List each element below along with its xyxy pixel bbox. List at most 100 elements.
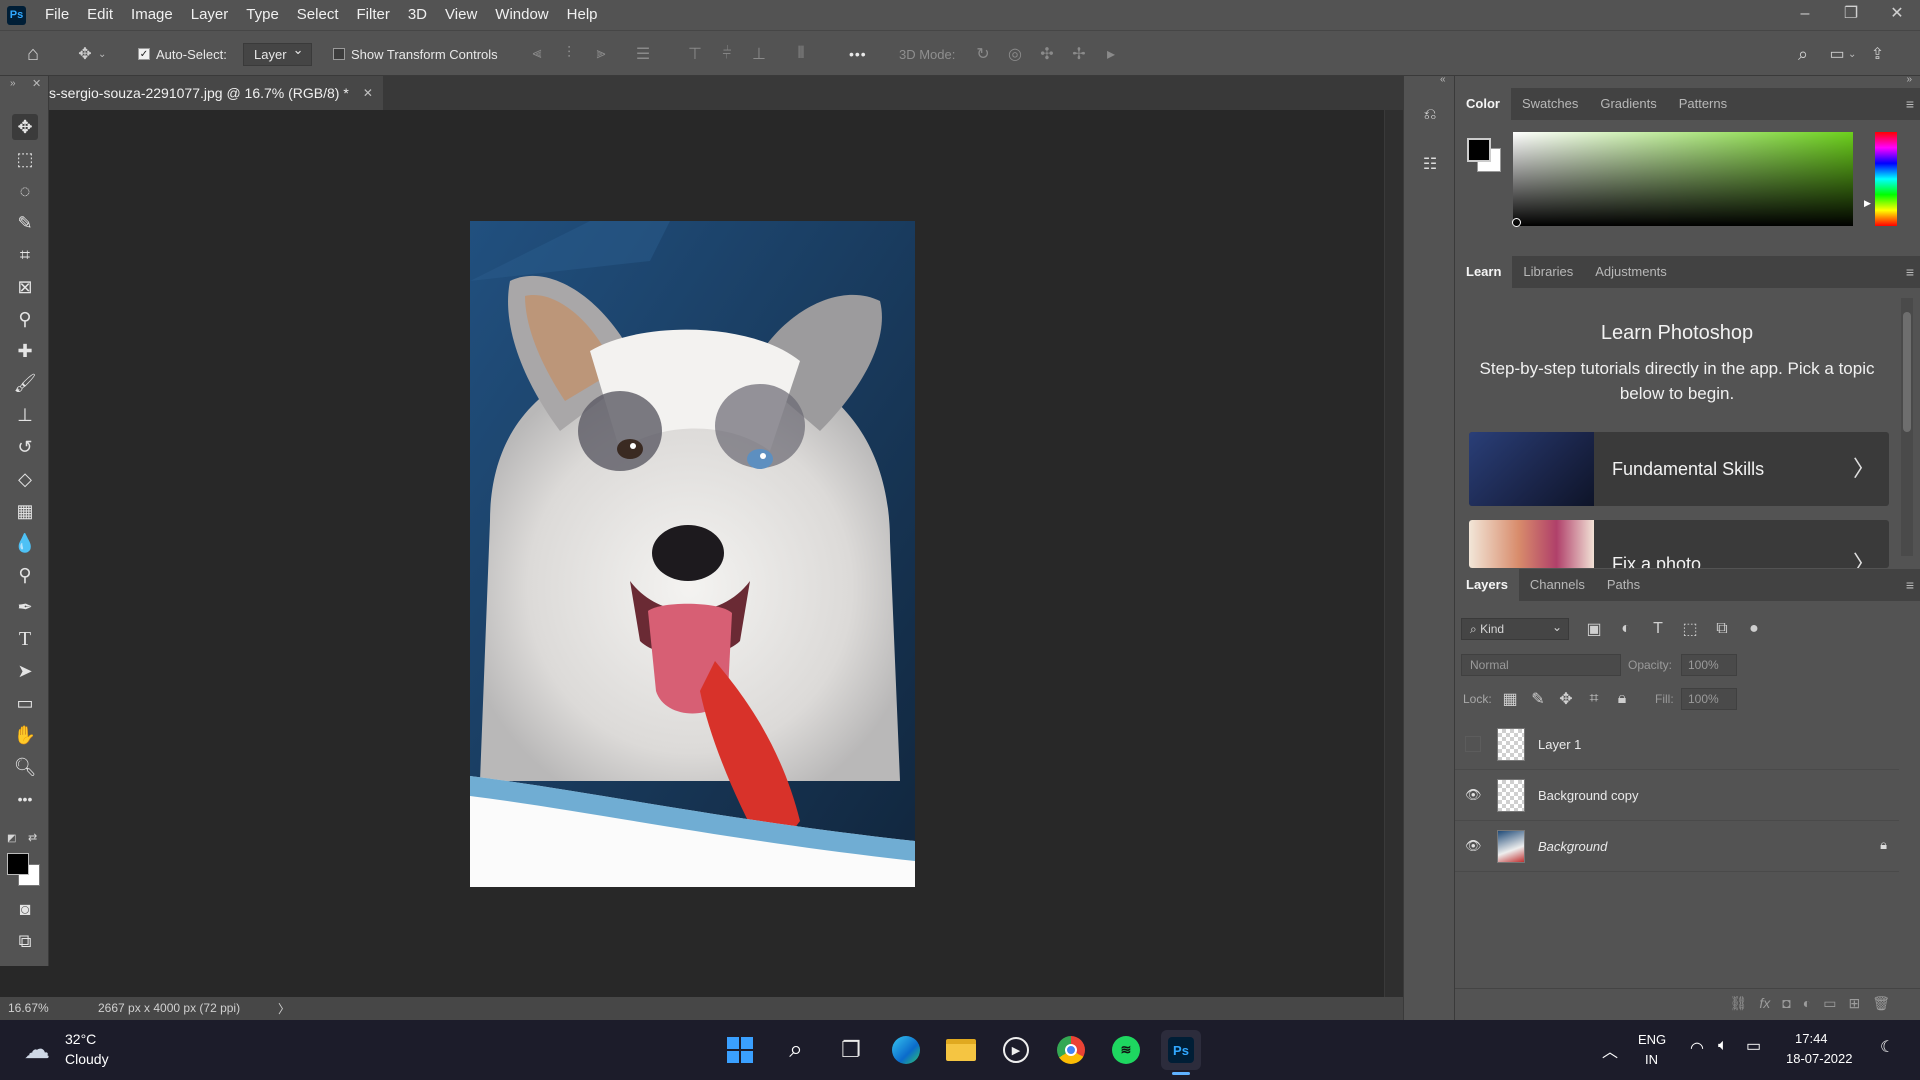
close-toolbar-icon[interactable]: ✕ xyxy=(32,77,41,90)
status-arrow-icon[interactable]: 〉 xyxy=(278,1000,290,1017)
learn-card-fundamental-skills[interactable]: Fundamental Skills 〉 xyxy=(1469,432,1889,506)
weather-temp[interactable]: 32°C xyxy=(65,1031,96,1047)
visibility-toggle-off-icon[interactable] xyxy=(1465,736,1481,752)
foreground-color-swatch[interactable] xyxy=(7,853,29,875)
filter-shape-icon[interactable]: ⬚ xyxy=(1679,618,1701,640)
edge-icon[interactable] xyxy=(886,1030,926,1070)
filter-toggle-icon[interactable]: ● xyxy=(1743,618,1765,640)
media-player-icon[interactable]: ▶ xyxy=(996,1030,1036,1070)
language-bottom[interactable]: IN xyxy=(1645,1052,1658,1067)
3d-scale-icon[interactable]: ▸ xyxy=(1100,43,1122,65)
new-group-icon[interactable]: ▭ xyxy=(1823,995,1836,1012)
quick-selection-tool-icon[interactable]: ✎ xyxy=(12,210,38,236)
align-left-icon[interactable]: ⫷ xyxy=(526,43,548,65)
close-button[interactable]: ✕ xyxy=(1874,0,1920,30)
eyedropper-tool-icon[interactable]: ⚲ xyxy=(12,306,38,332)
move-tool-preset-icon[interactable]: ✥ xyxy=(74,43,96,65)
notifications-icon[interactable]: ☾ xyxy=(1880,1037,1894,1057)
rectangle-tool-icon[interactable]: ▭ xyxy=(12,690,38,716)
battery-icon[interactable]: ▭ xyxy=(1746,1036,1761,1056)
home-icon[interactable]: ⌂ xyxy=(22,43,44,65)
blend-mode-dropdown[interactable]: Normal xyxy=(1461,654,1621,676)
menu-window[interactable]: Window xyxy=(486,0,557,30)
properties-panel-icon[interactable]: ☷ xyxy=(1418,154,1442,178)
layer-name[interactable]: Layer 1 xyxy=(1538,719,1581,770)
tab-patterns[interactable]: Patterns xyxy=(1668,88,1738,120)
lasso-tool-icon[interactable]: ◌ xyxy=(12,178,38,204)
hue-slider[interactable] xyxy=(1875,132,1897,226)
restore-button[interactable]: ❐ xyxy=(1828,0,1874,30)
auto-select-checkbox[interactable]: ✓ Auto-Select: xyxy=(138,31,227,77)
swap-colors-icon[interactable]: ⇄ xyxy=(28,831,37,844)
layer-row-background[interactable]: 👁︎ Background 🔒︎ xyxy=(1455,821,1899,872)
language-top[interactable]: ENG xyxy=(1638,1032,1666,1047)
collapse-dock-icon[interactable]: « xyxy=(1440,74,1446,85)
layer-name[interactable]: Background xyxy=(1538,821,1607,872)
lock-all-icon[interactable]: 🔒︎ xyxy=(1611,688,1633,710)
eye-icon[interactable]: 👁︎ xyxy=(1465,787,1482,803)
new-layer-icon[interactable]: ⊞ xyxy=(1848,995,1860,1012)
distribute-horizontal-icon[interactable]: ⦀ xyxy=(790,43,812,65)
photoshop-taskbar-icon[interactable]: Ps xyxy=(1161,1030,1201,1070)
tab-learn[interactable]: Learn xyxy=(1455,256,1513,288)
fill-field[interactable]: 100% xyxy=(1681,688,1737,710)
history-brush-tool-icon[interactable]: ↺ xyxy=(12,434,38,460)
layer-row-background-copy[interactable]: 👁︎ Background copy xyxy=(1455,770,1899,821)
history-panel-icon[interactable]: ⎌ xyxy=(1418,106,1442,130)
delete-layer-icon[interactable]: 🗑︎ xyxy=(1872,995,1890,1012)
task-view-icon[interactable]: ❐ xyxy=(831,1030,871,1070)
layer-name[interactable]: Background copy xyxy=(1538,770,1638,821)
3d-orbit-icon[interactable]: ↻ xyxy=(972,43,994,65)
search-icon[interactable]: ⌕ xyxy=(1792,43,1814,65)
align-bottom-icon[interactable]: ⊥ xyxy=(748,43,770,65)
default-colors-icon[interactable]: ◩ xyxy=(7,833,16,844)
opacity-field[interactable]: 100% xyxy=(1681,654,1737,676)
color-field-picker-icon[interactable] xyxy=(1512,218,1521,227)
marquee-tool-icon[interactable]: ⬚ xyxy=(12,146,38,172)
lock-image-icon[interactable]: ✎ xyxy=(1527,688,1549,710)
crop-tool-icon[interactable]: ⌗ xyxy=(12,242,38,268)
zoom-level[interactable]: 16.67% xyxy=(8,1001,49,1015)
screen-mode-icon[interactable]: ⧉ xyxy=(12,928,38,954)
blur-tool-icon[interactable]: 💧 xyxy=(12,530,38,556)
align-top-icon[interactable]: ⊤ xyxy=(684,43,706,65)
hand-tool-icon[interactable]: ✋ xyxy=(12,722,38,748)
menu-select[interactable]: Select xyxy=(288,0,348,30)
layers-panel-menu-icon[interactable]: ≡ xyxy=(1906,577,1914,593)
learn-scrollbar[interactable] xyxy=(1901,298,1913,556)
menu-filter[interactable]: Filter xyxy=(348,0,399,30)
brush-tool-icon[interactable]: 🖌 xyxy=(12,370,38,396)
distribute-vertical-icon[interactable]: ☰ xyxy=(632,43,654,65)
show-hidden-icons-icon[interactable]: ︿ xyxy=(1602,1038,1618,1062)
hue-slider-arrow-icon[interactable]: ▶ xyxy=(1864,198,1871,209)
share-icon[interactable]: ⇪ xyxy=(1866,43,1888,65)
align-right-icon[interactable]: ⫸ xyxy=(590,43,612,65)
layer-filter-kind-dropdown[interactable]: ⌕ Kind ⌄ xyxy=(1461,618,1569,640)
pen-tool-icon[interactable]: ✒ xyxy=(12,594,38,620)
wifi-icon[interactable]: ◠ xyxy=(1690,1038,1704,1058)
close-document-icon[interactable]: ✕ xyxy=(363,86,373,100)
align-hcenter-icon[interactable]: ⫶ xyxy=(558,43,580,65)
document-canvas-image[interactable] xyxy=(470,221,915,887)
eraser-tool-icon[interactable]: ◇ xyxy=(12,466,38,492)
taskbar-search-icon[interactable]: ⌕ xyxy=(776,1030,816,1070)
tab-channels[interactable]: Channels xyxy=(1519,569,1596,601)
show-transform-controls-checkbox[interactable]: Show Transform Controls xyxy=(333,31,498,77)
clone-stamp-tool-icon[interactable]: ⊥ xyxy=(12,402,38,428)
lock-position-icon[interactable]: ✥ xyxy=(1555,688,1577,710)
clock-time[interactable]: 17:44 xyxy=(1795,1031,1828,1046)
tab-libraries[interactable]: Libraries xyxy=(1512,256,1584,288)
weather-desc[interactable]: Cloudy xyxy=(65,1051,109,1067)
start-button[interactable] xyxy=(720,1030,760,1070)
learn-card-fix-a-photo[interactable]: Fix a photo 〉 xyxy=(1469,520,1889,568)
minimize-button[interactable]: – xyxy=(1782,0,1828,30)
layer-style-icon[interactable]: fx xyxy=(1759,995,1770,1012)
tab-adjustments[interactable]: Adjustments xyxy=(1584,256,1678,288)
volume-icon[interactable]: 🔈︎ xyxy=(1718,1037,1728,1055)
filter-adjustment-icon[interactable]: ◐ xyxy=(1615,618,1637,640)
color-field[interactable] xyxy=(1513,132,1853,226)
tab-color[interactable]: Color xyxy=(1455,88,1511,120)
weather-cloud-icon[interactable]: ☁ xyxy=(24,1034,50,1065)
workspace-chevron-icon[interactable]: ⌄ xyxy=(1848,49,1856,60)
type-tool-icon[interactable]: T xyxy=(12,626,38,652)
